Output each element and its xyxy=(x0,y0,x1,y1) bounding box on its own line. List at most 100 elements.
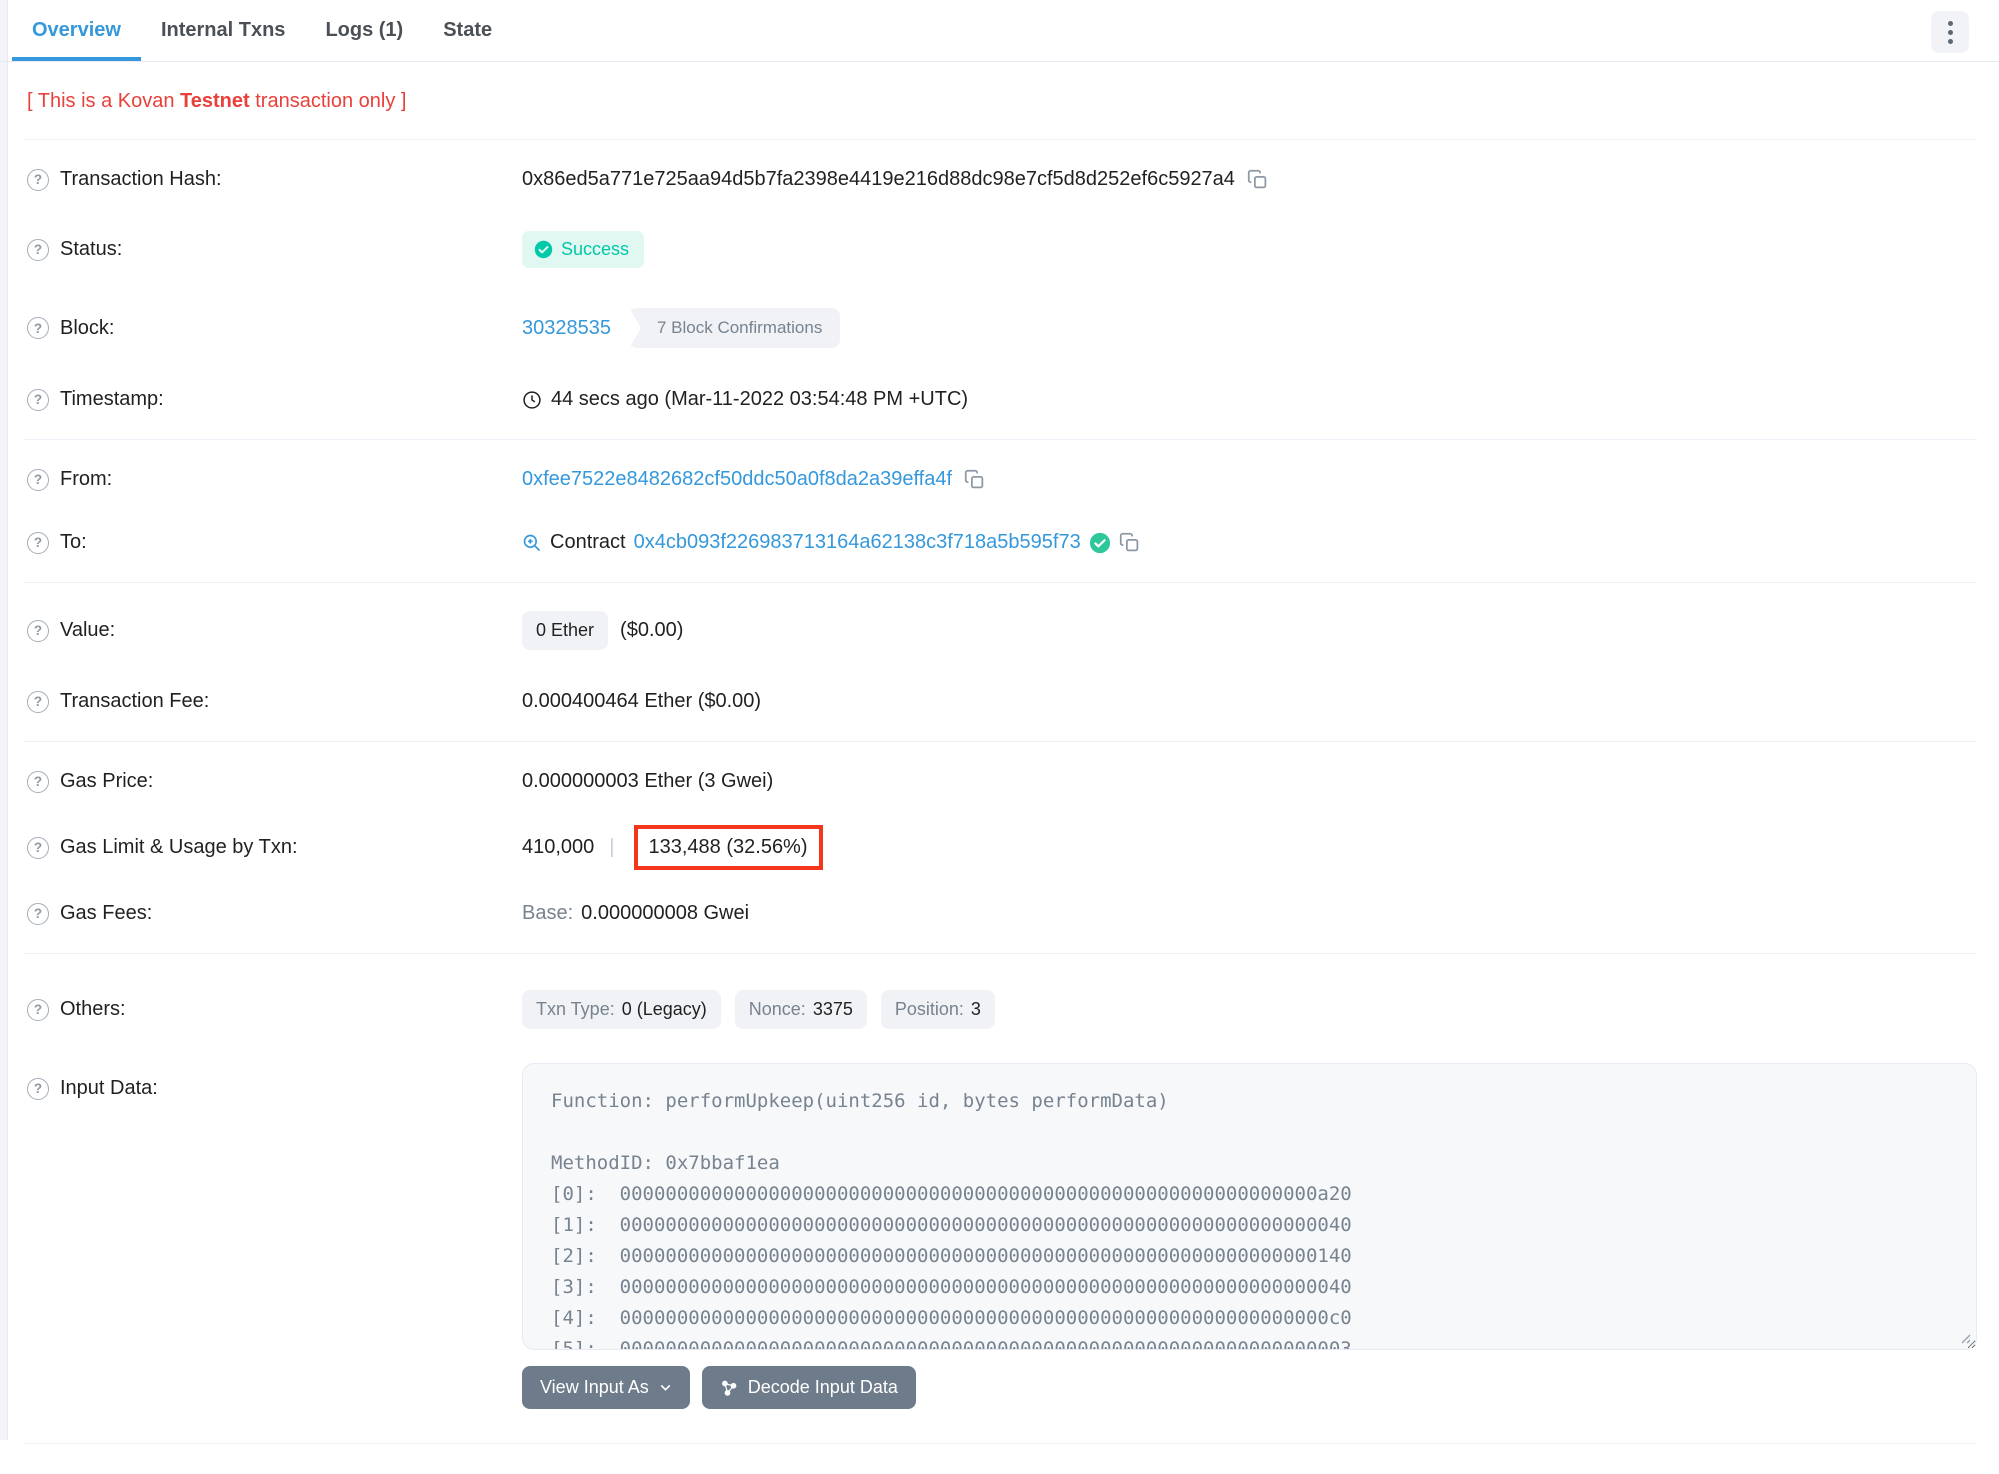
to-address-link[interactable]: 0x4cb093f226983713164a62138c3f718a5b595f… xyxy=(634,531,1081,554)
row-status: ? Status: Success xyxy=(0,211,1999,288)
decode-input-data-label: Decode Input Data xyxy=(747,1377,898,1397)
gas-limit-label: Gas Limit & Usage by Txn: xyxy=(60,836,298,858)
help-icon[interactable]: ? xyxy=(27,317,49,339)
view-input-as-button[interactable]: View Input As xyxy=(522,1366,690,1409)
gas-fees-label: Gas Fees: xyxy=(60,902,153,924)
page-left-edge xyxy=(0,0,8,1440)
help-icon[interactable]: ? xyxy=(27,238,49,261)
copy-icon[interactable] xyxy=(1247,169,1268,190)
transaction-hash-label: Transaction Hash: xyxy=(60,168,222,190)
value-amount-badge: 0 Ether xyxy=(522,611,609,650)
gas-fees-base-value: 0.000000008 Gwei xyxy=(581,902,750,924)
help-icon[interactable]: ? xyxy=(27,388,49,411)
tab-overview[interactable]: Overview xyxy=(12,0,141,61)
to-label: To: xyxy=(60,531,87,553)
position-value: 3 xyxy=(970,999,981,1019)
gas-price-label: Gas Price: xyxy=(60,770,154,792)
row-gas-fees: ? Gas Fees: Base: 0.000000008 Gwei xyxy=(0,882,1999,945)
others-label: Others: xyxy=(60,998,126,1020)
input-data-line: MethodID: 0x7bbaf1ea xyxy=(551,1152,780,1174)
input-data-line: [5]: 00000000000000000000000000000000000… xyxy=(551,1338,1352,1350)
block-number-link[interactable]: 30328535 xyxy=(522,317,611,340)
decode-input-data-button[interactable]: Decode Input Data xyxy=(701,1366,916,1409)
warning-bold-text: Testnet xyxy=(180,90,250,112)
tab-internal-txns[interactable]: Internal Txns xyxy=(141,0,305,61)
gas-limit-value: 410,000 xyxy=(522,836,595,858)
txn-type-badge: Txn Type: 0 (Legacy) xyxy=(522,990,721,1029)
value-label: Value: xyxy=(60,619,116,641)
input-data-line: [4]: 00000000000000000000000000000000000… xyxy=(551,1307,1352,1329)
copy-icon[interactable] xyxy=(964,469,985,490)
nonce-value: 3375 xyxy=(812,999,853,1019)
input-data-label: Input Data: xyxy=(60,1077,158,1099)
more-options-button[interactable] xyxy=(1931,11,1969,53)
transaction-fee-value: 0.000400464 Ether ($0.00) xyxy=(522,690,762,712)
from-address-link[interactable]: 0xfee7522e8482682cf50ddc50a0f8da2a39effa… xyxy=(522,468,952,491)
nonce-key: Nonce: xyxy=(748,999,806,1019)
tab-logs[interactable]: Logs (1) xyxy=(305,0,423,61)
help-icon[interactable]: ? xyxy=(27,902,49,925)
input-data-line: [2]: 00000000000000000000000000000000000… xyxy=(551,1245,1352,1267)
verified-check-icon xyxy=(1089,532,1110,553)
view-input-as-label: View Input As xyxy=(540,1377,649,1397)
input-data-line: [1]: 00000000000000000000000000000000000… xyxy=(551,1214,1352,1236)
status-label: Status: xyxy=(60,238,123,260)
gas-usage-value: 133,488 (32.56%) xyxy=(648,836,808,858)
warning-text-suffix: transaction only ] xyxy=(249,90,407,112)
tab-state[interactable]: State xyxy=(423,0,512,61)
to-contract-word: Contract xyxy=(550,531,626,553)
warning-text: [ This is a Kovan xyxy=(27,90,181,112)
help-icon[interactable]: ? xyxy=(27,531,49,554)
block-confirmations-badge: 7 Block Confirmations xyxy=(628,308,841,348)
position-key: Position: xyxy=(894,999,964,1019)
input-data-actions: View Input As Decode Input Data xyxy=(0,1350,1999,1435)
help-icon[interactable]: ? xyxy=(27,619,49,642)
resize-grip-icon[interactable] xyxy=(1957,1330,1971,1344)
help-icon[interactable]: ? xyxy=(27,468,49,491)
help-icon[interactable]: ? xyxy=(27,998,49,1021)
decode-icon xyxy=(721,1380,737,1396)
row-others: ? Others: Txn Type: 0 (Legacy) Nonce: 33… xyxy=(0,970,1999,1049)
input-data-line: [0]: 00000000000000000000000000000000000… xyxy=(551,1183,1352,1205)
transaction-hash-value: 0x86ed5a771e725aa94d5b7fa2398e4419e216d8… xyxy=(522,168,1235,190)
input-data-line xyxy=(551,1117,1976,1148)
row-timestamp: ? Timestamp: 44 secs ago (Mar-11-2022 03… xyxy=(0,368,1999,431)
bottom-spacer xyxy=(0,1444,1999,1474)
input-data-line: Function: performUpkeep(uint256 id, byte… xyxy=(551,1090,1169,1112)
zoom-in-icon[interactable] xyxy=(522,533,542,553)
check-circle-icon xyxy=(534,240,553,259)
help-icon[interactable]: ? xyxy=(27,770,49,793)
timestamp-label: Timestamp: xyxy=(60,388,164,410)
row-gas-price: ? Gas Price: 0.000000003 Ether (3 Gwei) xyxy=(0,750,1999,813)
txn-type-key: Txn Type: xyxy=(536,999,615,1019)
block-label: Block: xyxy=(60,316,115,339)
gas-usage-highlight-box: 133,488 (32.56%) xyxy=(633,825,823,870)
row-to: ? To: Contract 0x4cb093f226983713164a621… xyxy=(0,511,1999,574)
kebab-icon xyxy=(1947,29,1953,35)
row-transaction-hash: ? Transaction Hash: 0x86ed5a771e725aa94d… xyxy=(0,148,1999,211)
help-icon[interactable]: ? xyxy=(27,690,49,713)
txn-type-value: 0 (Legacy) xyxy=(621,999,707,1019)
gas-price-value: 0.000000003 Ether (3 Gwei) xyxy=(522,770,774,792)
row-value: ? Value: 0 Ether ($0.00) xyxy=(0,591,1999,670)
help-icon[interactable]: ? xyxy=(27,836,49,859)
help-icon[interactable]: ? xyxy=(27,1077,49,1100)
row-input-data: ? Input Data: Function: performUpkeep(ui… xyxy=(0,1049,1999,1350)
row-from: ? From: 0xfee7522e8482682cf50ddc50a0f8da… xyxy=(0,448,1999,511)
help-icon[interactable]: ? xyxy=(27,168,49,191)
copy-icon[interactable] xyxy=(1119,532,1140,553)
tab-bar: Overview Internal Txns Logs (1) State xyxy=(0,0,1999,62)
clock-icon xyxy=(523,390,541,409)
status-text: Success xyxy=(561,239,630,259)
gas-fees-base-label: Base: xyxy=(522,902,574,924)
transaction-fee-label: Transaction Fee: xyxy=(60,690,210,712)
gas-separator: | xyxy=(609,836,615,858)
nonce-badge: Nonce: 3375 xyxy=(734,990,867,1029)
row-block: ? Block: 30328535 7 Block Confirmations xyxy=(0,288,1999,368)
input-data-line: [3]: 00000000000000000000000000000000000… xyxy=(551,1276,1352,1298)
timestamp-value: 44 secs ago (Mar-11-2022 03:54:48 PM +UT… xyxy=(551,388,969,410)
row-gas-limit-usage: ? Gas Limit & Usage by Txn: 410,000 | 13… xyxy=(0,813,1999,882)
status-badge: Success xyxy=(522,231,645,268)
input-data-box[interactable]: Function: performUpkeep(uint256 id, byte… xyxy=(522,1063,1977,1350)
from-label: From: xyxy=(60,468,113,490)
